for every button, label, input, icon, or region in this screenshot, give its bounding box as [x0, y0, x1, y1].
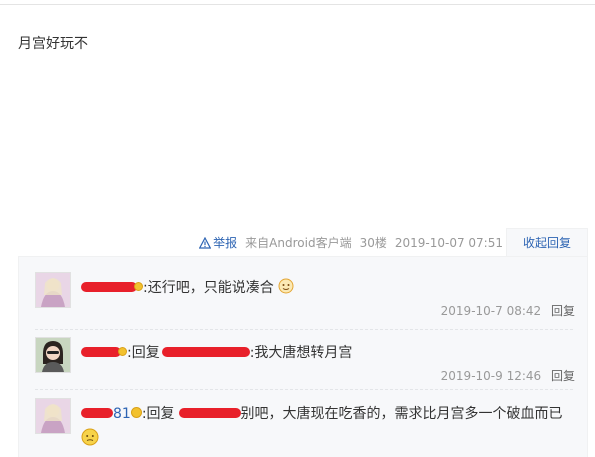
report-label[interactable]: 举报	[213, 234, 237, 251]
reply-content: :我大唐想转月宫	[249, 345, 353, 361]
reply-time: 2019-10-7 08:42	[440, 304, 542, 318]
post-floor: 30楼	[359, 236, 387, 250]
avatar-image	[36, 399, 70, 433]
list-item: 81 :回复 别吧，大唐现在吃香的，需求比月宫多一个破血而已	[35, 398, 575, 450]
reply-divider	[35, 389, 573, 391]
redacted-username[interactable]	[81, 408, 113, 418]
reply-text: 81 :回复 别吧，大唐现在吃香的，需求比月宫多一个破血而已	[81, 404, 563, 424]
redacted-username[interactable]	[161, 347, 250, 357]
reply-list: :还行吧，只能说凑合 2019-10-7 08:42 回复:回复:我大唐想转…	[18, 256, 588, 457]
reply-text: :回复 :我大唐想转月宫	[81, 343, 352, 363]
report-link[interactable]: 举报	[199, 234, 237, 251]
reply-content: 别吧，大唐现在吃香的，需求比月宫多一个破血而已	[240, 406, 563, 422]
avatar[interactable]	[35, 272, 71, 308]
list-item: :还行吧，只能说凑合 2019-10-7 08:42 回复	[35, 272, 575, 324]
smile-emoji-icon	[130, 407, 142, 418]
post-content: 月宫好玩不	[18, 36, 88, 52]
redacted-username[interactable]	[81, 347, 121, 357]
post-tail: 举报 来自Android客户端 30楼 2019-10-07 07:51	[199, 234, 503, 251]
avatar[interactable]	[35, 398, 71, 434]
reply-meta: 2019-10-7 08:42 回复	[441, 302, 575, 319]
redacted-username[interactable]	[81, 282, 137, 292]
avatar[interactable]	[35, 337, 71, 373]
shy-emoji-icon	[134, 282, 143, 291]
list-item: :回复 :我大唐想转月宫 2019-10-9 12:46 回复	[35, 337, 575, 389]
reply-prefix: :回复	[127, 345, 160, 361]
username-suffix[interactable]: 81	[113, 406, 131, 422]
collapse-replies-button[interactable]: 收起回复	[506, 228, 588, 257]
reply-text: :还行吧，只能说凑合	[81, 278, 294, 298]
reply-prefix: :回复	[141, 406, 175, 422]
avatar-image	[36, 338, 70, 372]
warning-triangle-icon	[199, 236, 212, 249]
ghost-emoji-icon	[278, 278, 294, 294]
reply-content: :还行吧，只能说凑合	[143, 280, 274, 296]
avatar-image	[36, 273, 70, 307]
smile-emoji-icon	[118, 347, 127, 356]
reply-meta: 2019-10-9 12:46 回复	[441, 367, 575, 384]
top-divider	[0, 4, 595, 5]
reply-button[interactable]: 回复	[551, 304, 575, 318]
reply-button[interactable]: 回复	[551, 369, 575, 383]
post-source: 来自Android客户端	[245, 236, 352, 250]
reply-divider	[35, 329, 573, 331]
reply-time: 2019-10-9 12:46	[440, 369, 542, 383]
post-time: 2019-10-07 07:51	[394, 235, 503, 250]
redacted-username[interactable]	[178, 408, 241, 418]
shy-emoji-icon	[81, 428, 99, 446]
